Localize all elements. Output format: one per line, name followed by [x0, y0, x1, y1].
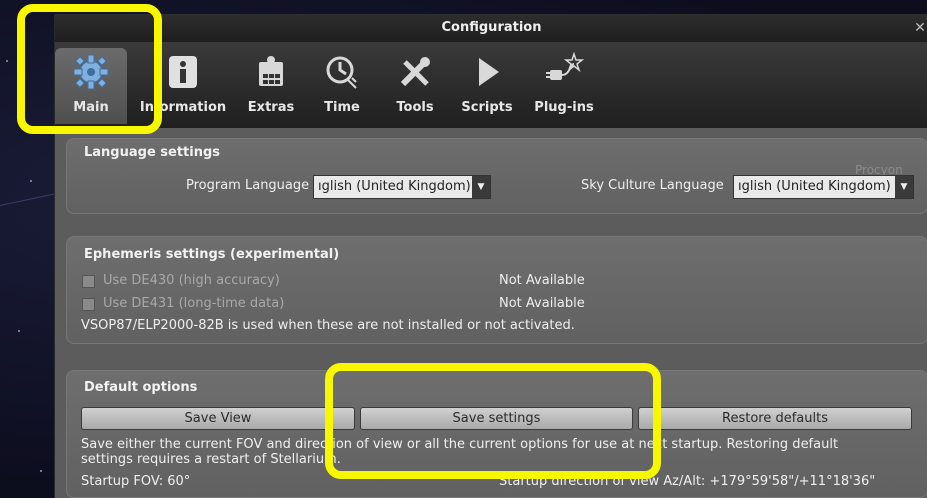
tab-scripts-label: Scripts [461, 100, 513, 115]
star [18, 330, 20, 332]
play-icon [479, 58, 499, 86]
star [6, 60, 8, 62]
tab-information-label: Information [139, 100, 227, 115]
tab-main[interactable]: Main [55, 48, 127, 124]
tab-main-label: Main [73, 100, 109, 115]
tab-time-label: Time [324, 100, 360, 115]
window-titlebar[interactable]: Configuration ✕ [55, 14, 927, 42]
de431-status: Not Available [499, 296, 585, 311]
default-options-group: Default options Save View Save settings … [66, 370, 927, 498]
tab-plugins-label: Plug-ins [534, 100, 594, 115]
startup-fov-label: Startup FOV: 60° [81, 474, 191, 489]
program-language-select[interactable]: ıglish (United Kingdom) ▼ [313, 175, 491, 199]
sky-culture-language-value: ıglish (United Kingdom) [738, 179, 891, 194]
language-settings-group: Language settings Procyon Program Langua… [66, 138, 927, 214]
chevron-down-icon[interactable]: ▼ [472, 176, 490, 198]
de431-label: Use DE431 (long-time data) [103, 296, 285, 311]
tab-bar: Main Information Extras Time Tools Scrip… [55, 42, 927, 129]
program-language-label: Program Language [186, 178, 310, 193]
tools-icon [400, 57, 430, 87]
save-settings-button[interactable]: Save settings [360, 407, 633, 430]
sky-culture-language-label: Sky Culture Language [581, 178, 724, 193]
program-language-value: ıglish (United Kingdom) [318, 179, 471, 194]
ephemeris-note: VSOP87/ELP2000-82B is used when these ar… [81, 318, 575, 333]
restore-defaults-button[interactable]: Restore defaults [638, 407, 912, 430]
de430-status: Not Available [499, 273, 585, 288]
tab-tools-label: Tools [396, 100, 434, 115]
main-tab-content: Language settings Procyon Program Langua… [55, 128, 927, 498]
startup-direction-label: Startup direction of view Az/Alt: +179°5… [499, 474, 876, 489]
star [30, 180, 32, 182]
constellation-line [0, 192, 59, 206]
extras-puzzle-icon [259, 56, 283, 86]
window-title: Configuration [441, 20, 542, 35]
ephemeris-settings-title: Ephemeris settings (experimental) [84, 247, 340, 262]
tab-plugins[interactable]: Plug-ins [529, 48, 599, 124]
sky-culture-language-select[interactable]: ıglish (United Kingdom) ▼ [733, 175, 914, 199]
default-options-title: Default options [84, 380, 198, 395]
star [40, 470, 42, 472]
de430-checkbox[interactable] [82, 275, 95, 288]
default-options-description-line2: settings requires a restart of Stellariu… [81, 452, 341, 467]
configuration-window: Configuration ✕ Main Information Extras … [54, 14, 927, 498]
tab-tools[interactable]: Tools [385, 48, 445, 124]
chevron-down-icon[interactable]: ▼ [895, 176, 913, 198]
de430-label: Use DE430 (high accuracy) [103, 273, 280, 288]
gear-icon [73, 54, 109, 90]
save-view-button[interactable]: Save View [81, 407, 355, 430]
tab-extras[interactable]: Extras [241, 48, 301, 124]
tab-information[interactable]: Information [135, 48, 231, 124]
tab-extras-label: Extras [247, 100, 295, 115]
default-options-description-line1: Save either the current FOV and directio… [81, 437, 839, 452]
plug-icon [546, 52, 584, 80]
clock-icon [326, 56, 357, 89]
info-icon [169, 56, 197, 88]
ephemeris-settings-group: Ephemeris settings (experimental) Use DE… [66, 236, 927, 344]
de431-checkbox[interactable] [82, 298, 95, 311]
close-icon[interactable]: ✕ [912, 14, 927, 42]
tab-scripts[interactable]: Scripts [455, 48, 519, 124]
language-settings-title: Language settings [84, 145, 221, 160]
tab-time[interactable]: Time [313, 48, 371, 124]
